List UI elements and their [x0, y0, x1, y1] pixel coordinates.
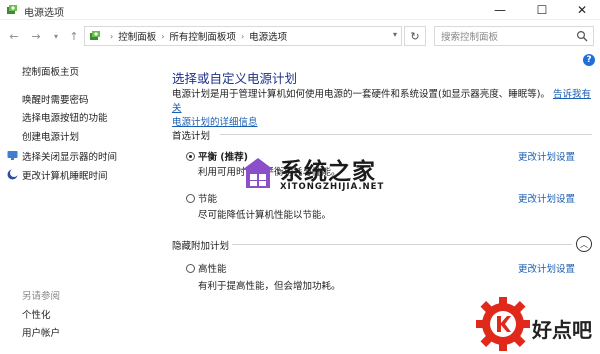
watermark: 系统之家 XITONGZHIJIA.NET: [238, 146, 410, 206]
description-text: 电源计划是用于管理计算机如何使用电源的一套硬件和系统设置(如显示器亮度、睡眠等)…: [172, 89, 550, 100]
forward-button[interactable]: →: [28, 28, 44, 44]
breadcrumb-separator-icon: ›: [161, 31, 165, 41]
recent-locations-button[interactable]: ▾: [48, 28, 64, 44]
details-link-part-2[interactable]: 电源计划的详细信息: [172, 117, 258, 128]
sidebar-item-create-plan[interactable]: 创建电源计划: [22, 129, 79, 143]
breadcrumb-separator-icon: ›: [240, 31, 245, 41]
watermark-url: XITONGZHIJIA.NET: [280, 182, 385, 192]
breadcrumb-separator-icon: ›: [110, 31, 114, 41]
search-icon[interactable]: [576, 30, 588, 42]
display-icon: [7, 151, 18, 160]
power-saver-radio[interactable]: [186, 194, 195, 203]
preferred-plans-heading: 首选计划: [172, 131, 211, 142]
sidebar-item-sleep-time[interactable]: 更改计算机睡眠时间: [22, 168, 108, 182]
hidden-plans-heading: 隐藏附加计划: [172, 241, 230, 252]
control-panel-icon: [90, 31, 100, 40]
chevron-down-icon[interactable]: ▾: [393, 30, 397, 39]
sidebar-item-user-accounts[interactable]: 用户帐户: [22, 325, 60, 339]
gear-logo-icon: [476, 297, 530, 351]
plan-name-high-performance[interactable]: 高性能: [198, 261, 227, 275]
page-title: 选择或自定义电源计划: [172, 71, 298, 86]
see-also-heading: 另请参阅: [22, 291, 61, 302]
section-divider: [220, 134, 592, 135]
breadcrumb-all-items[interactable]: 所有控制面板项: [169, 29, 236, 43]
moon-icon: [7, 169, 18, 180]
power-options-icon: [7, 5, 17, 14]
search-input[interactable]: 搜索控制面板: [434, 26, 594, 46]
window-title: 电源选项: [24, 8, 64, 19]
plan-desc-high-performance: 有利于提高性能，但会增加功耗。: [198, 281, 341, 292]
plan-name-power-saver[interactable]: 节能: [198, 191, 217, 205]
house-logo-icon: [242, 158, 274, 188]
change-plan-settings-high-performance[interactable]: 更改计划设置: [518, 261, 575, 275]
sidebar-item-wake-password[interactable]: 唤醒时需要密码: [22, 92, 89, 106]
sidebar: 控制面板主页 唤醒时需要密码 选择电源按钮的功能 创建电源计划 选择关闭显示器的…: [0, 52, 155, 354]
sidebar-item-display-time[interactable]: 选择关闭显示器的时间: [22, 149, 117, 163]
title-bar: 电源选项 — ☐ ✕: [0, 0, 600, 20]
chevron-up-icon[interactable]: ︿: [576, 236, 592, 252]
corner-logo: 好点吧: [474, 294, 600, 354]
maximize-button[interactable]: ☐: [522, 0, 562, 20]
plan-desc-power-saver: 尽可能降低计算机性能以节能。: [198, 210, 332, 221]
up-button[interactable]: ↑: [66, 28, 82, 44]
sidebar-item-personalization[interactable]: 个性化: [22, 307, 51, 321]
sidebar-item-home[interactable]: 控制面板主页: [22, 64, 79, 78]
balanced-radio[interactable]: [186, 152, 195, 161]
corner-logo-text: 好点吧: [532, 318, 592, 342]
change-plan-settings-balanced[interactable]: 更改计划设置: [518, 149, 575, 163]
change-plan-settings-power-saver[interactable]: 更改计划设置: [518, 191, 575, 205]
high-performance-radio[interactable]: [186, 264, 195, 273]
search-placeholder: 搜索控制面板: [441, 32, 499, 43]
watermark-title: 系统之家: [280, 159, 376, 185]
refresh-button[interactable]: ↻: [404, 26, 426, 46]
minimize-button[interactable]: —: [480, 0, 520, 20]
address-bar: ← → ▾ ↑ › 控制面板 › 所有控制面板项 › 电源选项 ▾ ↻ 搜索控制…: [0, 22, 600, 50]
breadcrumb-power-options[interactable]: 电源选项: [249, 29, 287, 43]
back-button[interactable]: ←: [6, 28, 22, 44]
page-description: 电源计划是用于管理计算机如何使用电源的一套硬件和系统设置(如显示器亮度、睡眠等)…: [172, 88, 592, 130]
sidebar-item-power-button[interactable]: 选择电源按钮的功能: [22, 110, 108, 124]
breadcrumb-control-panel[interactable]: 控制面板: [118, 29, 156, 43]
address-box[interactable]: › 控制面板 › 所有控制面板项 › 电源选项 ▾: [84, 26, 402, 46]
section-divider: [232, 244, 572, 245]
close-button[interactable]: ✕: [562, 0, 600, 20]
